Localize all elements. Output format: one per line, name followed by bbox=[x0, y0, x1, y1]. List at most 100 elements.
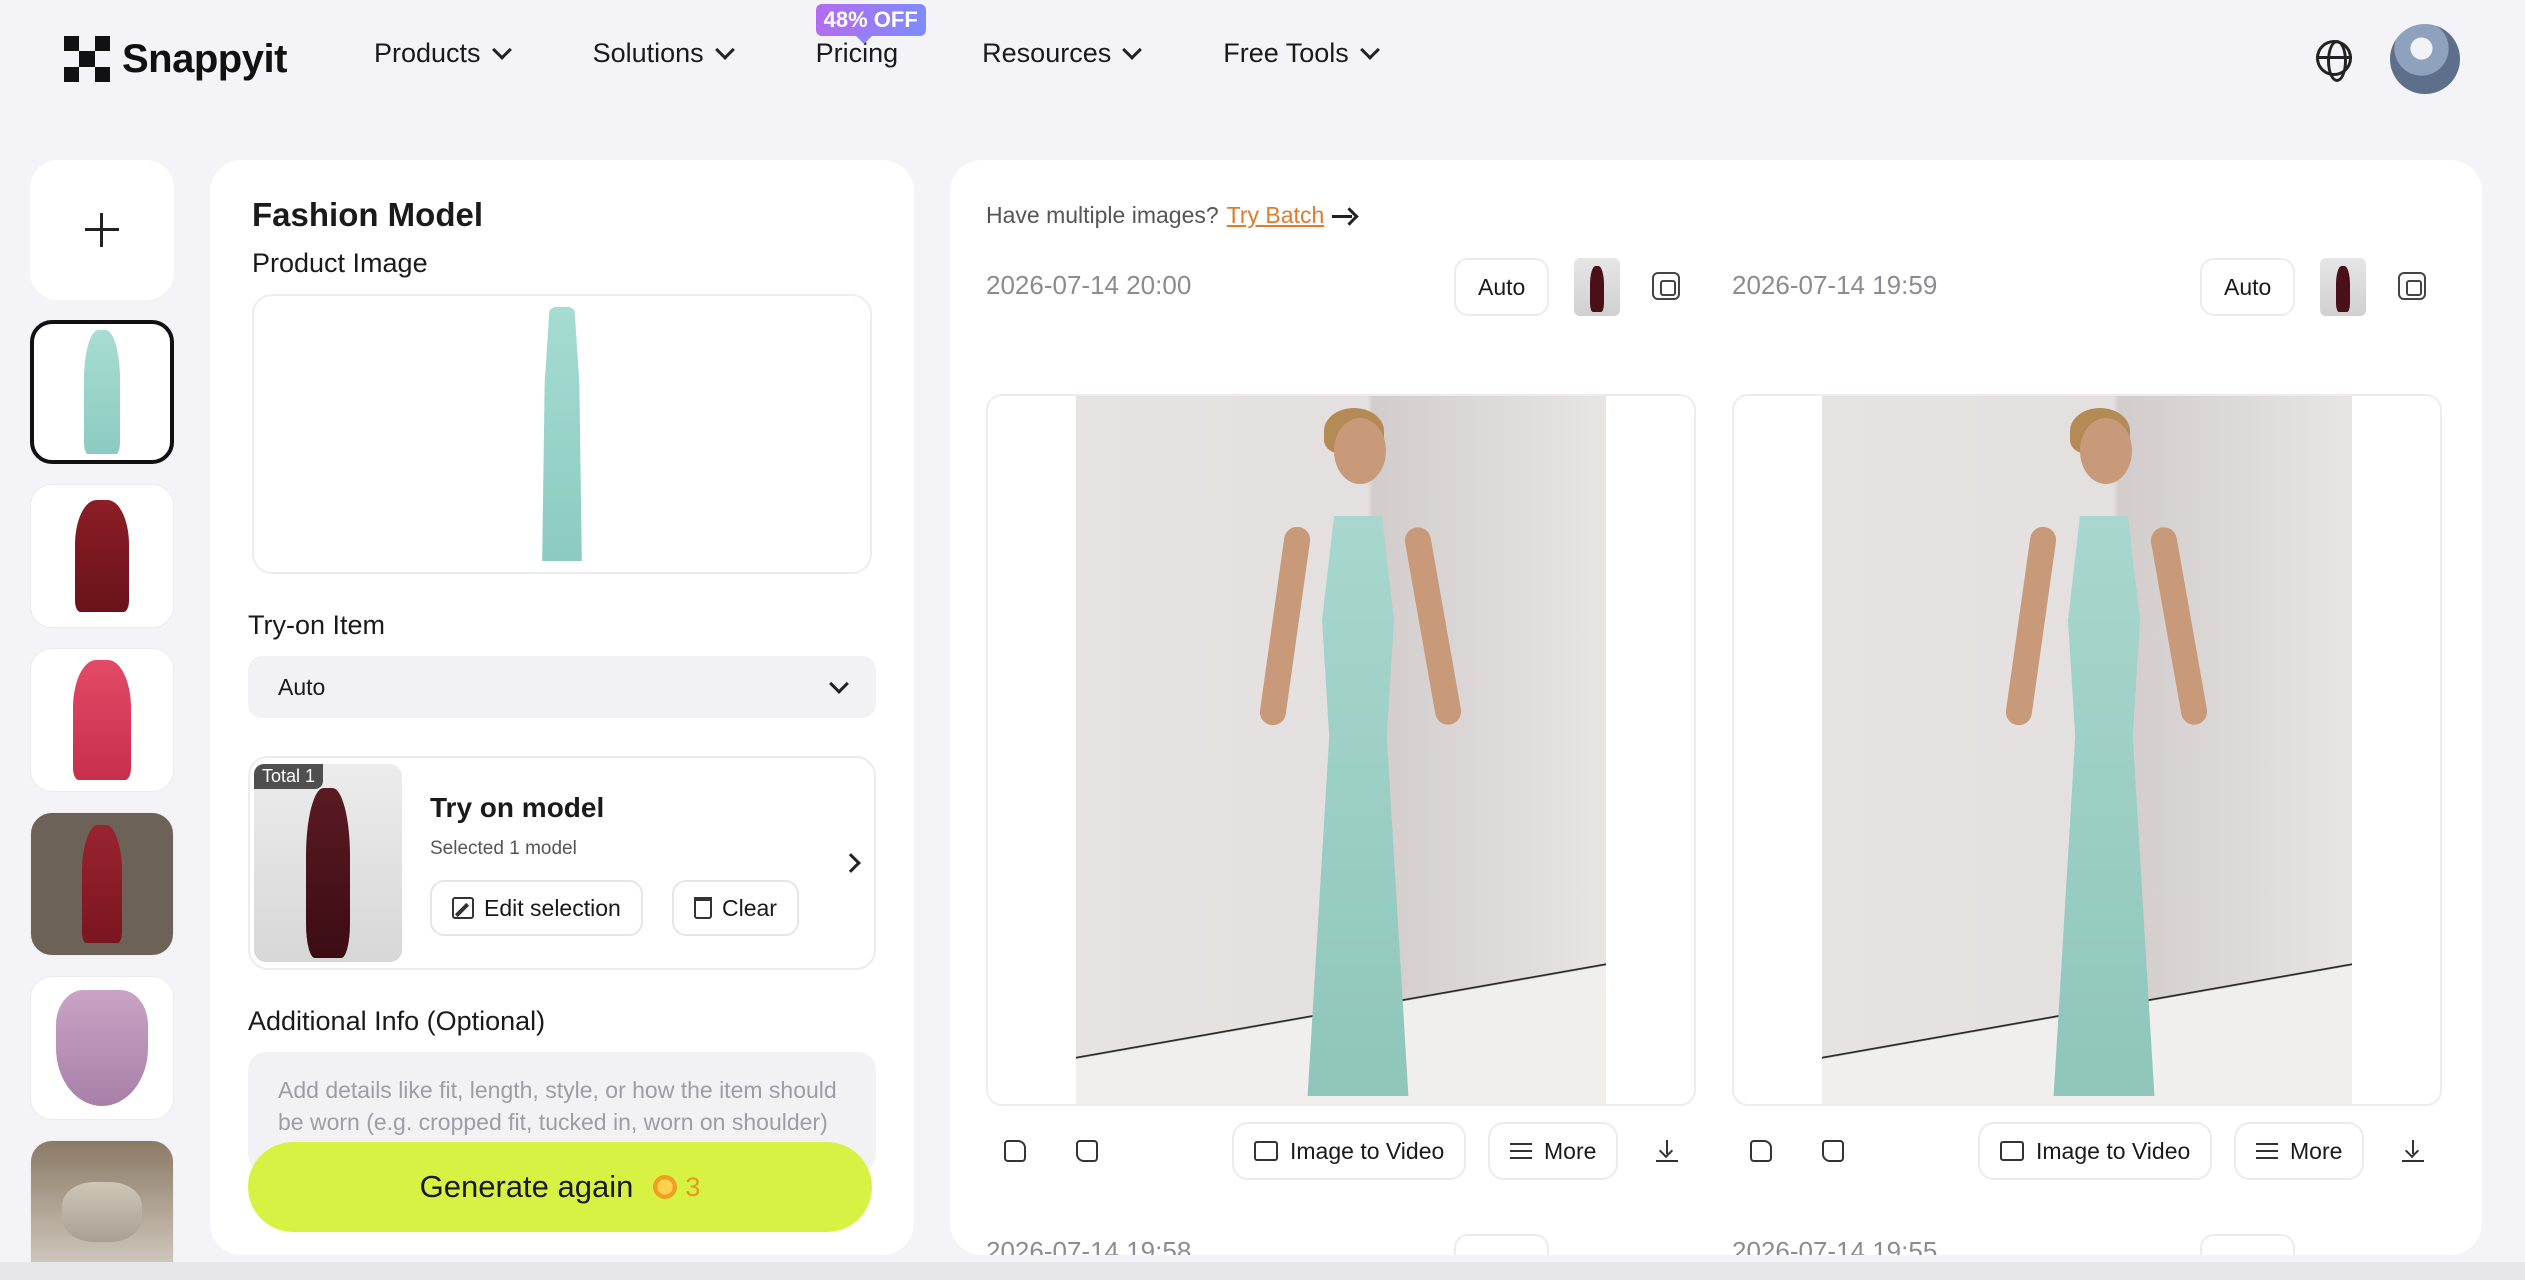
thumbs-up-icon bbox=[1750, 1140, 1772, 1162]
download-icon bbox=[1656, 1140, 1678, 1162]
nav-free-tools[interactable]: Free Tools bbox=[1223, 38, 1380, 69]
image-to-video-button[interactable]: Image to Video bbox=[1978, 1122, 2213, 1180]
results-panel: Have multiple images? Try Batch 2026-07-… bbox=[950, 160, 2482, 1255]
result-card: 2026-07-14 20:00 Auto Image to Video Mor… bbox=[950, 160, 1696, 1255]
download-icon bbox=[2402, 1140, 2424, 1162]
tryon-item-select[interactable]: Auto bbox=[248, 656, 876, 718]
dislike-button[interactable] bbox=[1058, 1122, 1116, 1180]
model-card-subtitle: Selected 1 model bbox=[430, 838, 577, 859]
mode-chip: Auto bbox=[2200, 1234, 2296, 1255]
thumbs-down-icon bbox=[1076, 1140, 1098, 1162]
generate-again-button[interactable]: Generate again 3 bbox=[248, 1142, 872, 1232]
chevron-down-icon bbox=[1122, 39, 1143, 60]
main-nav: Products Solutions 48% OFF Pricing Resou… bbox=[374, 4, 1461, 69]
credit-cost-value: 3 bbox=[685, 1171, 701, 1202]
edit-selection-button[interactable]: Edit selection bbox=[430, 880, 643, 936]
new-task-button[interactable] bbox=[30, 160, 174, 300]
chevron-down-icon bbox=[1359, 39, 1380, 60]
fashion-model-form: Fashion Model Product Image Try-on Item … bbox=[210, 160, 914, 1255]
total-badge: Total 1 bbox=[254, 764, 324, 789]
result-timestamp: 2026-07-14 19:55 bbox=[1732, 1236, 1938, 1255]
logo-icon bbox=[64, 36, 110, 82]
thumbs-down-icon bbox=[1822, 1140, 1844, 1162]
history-thumb[interactable] bbox=[30, 812, 174, 956]
coin-icon bbox=[653, 1175, 678, 1199]
credit-cost: 3 bbox=[653, 1172, 700, 1203]
menu-icon bbox=[1510, 1143, 1532, 1159]
history-thumb[interactable] bbox=[30, 484, 174, 628]
like-button[interactable] bbox=[986, 1122, 1044, 1180]
edit-selection-label: Edit selection bbox=[484, 894, 621, 921]
result-actions: Image to Video More bbox=[1732, 1122, 2442, 1180]
nav-pricing[interactable]: 48% OFF Pricing bbox=[815, 4, 926, 69]
nav-products-label: Products bbox=[374, 38, 481, 68]
result-timestamp: 2026-07-14 19:59 bbox=[1732, 270, 1938, 300]
image-to-video-label: Image to Video bbox=[2036, 1137, 2191, 1164]
video-icon bbox=[1254, 1141, 1278, 1161]
discount-badge: 48% OFF bbox=[815, 4, 926, 44]
mode-chip: Auto bbox=[1454, 258, 1550, 316]
swap-model-icon[interactable] bbox=[2398, 272, 2426, 300]
top-navbar: Snappyit Products Solutions 48% OFF Pric… bbox=[0, 0, 2525, 118]
nav-solutions-label: Solutions bbox=[592, 38, 704, 68]
history-thumb[interactable] bbox=[30, 976, 174, 1120]
history-thumb[interactable] bbox=[30, 1140, 174, 1280]
horizontal-scrollbar[interactable] bbox=[0, 1262, 2525, 1280]
menu-icon bbox=[2256, 1143, 2278, 1159]
thumbs-up-icon bbox=[1004, 1140, 1026, 1162]
result-card: 2026-07-14 19:59 Auto Image to Video Mor… bbox=[1696, 160, 2442, 1255]
image-to-video-button[interactable]: Image to Video bbox=[1232, 1122, 1467, 1180]
nav-resources-label: Resources bbox=[982, 38, 1112, 68]
like-button[interactable] bbox=[1732, 1122, 1790, 1180]
tryon-item-label: Try-on Item bbox=[248, 610, 386, 640]
history-thumb[interactable] bbox=[30, 648, 174, 792]
history-rail bbox=[30, 160, 174, 1280]
chevron-down-icon bbox=[491, 39, 512, 60]
model-mini-thumb[interactable] bbox=[1574, 258, 1620, 316]
result-image[interactable] bbox=[986, 394, 1696, 1106]
logo-text: Snappyit bbox=[122, 36, 287, 81]
image-to-video-label: Image to Video bbox=[1290, 1137, 1445, 1164]
additional-info-label: Additional Info (Optional) bbox=[248, 1006, 546, 1036]
model-mini-thumb[interactable] bbox=[2320, 258, 2366, 316]
video-icon bbox=[2000, 1141, 2024, 1161]
more-button[interactable]: More bbox=[2234, 1122, 2365, 1180]
result-timestamp: 2026-07-14 19:58 bbox=[986, 1236, 1192, 1255]
plus-icon bbox=[85, 213, 119, 247]
more-button[interactable]: More bbox=[1488, 1122, 1619, 1180]
mode-chip: Auto bbox=[1454, 1234, 1550, 1255]
nav-products[interactable]: Products bbox=[374, 38, 512, 69]
more-label: More bbox=[2290, 1137, 2343, 1164]
clear-label: Clear bbox=[722, 894, 777, 921]
nav-resources[interactable]: Resources bbox=[982, 38, 1143, 69]
generate-label: Generate again bbox=[419, 1169, 634, 1204]
product-image bbox=[542, 307, 582, 561]
chevron-right-icon[interactable] bbox=[841, 853, 861, 873]
trash-icon bbox=[694, 897, 712, 919]
nav-free-tools-label: Free Tools bbox=[1223, 38, 1349, 68]
product-image-label: Product Image bbox=[252, 248, 428, 278]
more-label: More bbox=[1544, 1137, 1597, 1164]
result-actions: Image to Video More bbox=[986, 1122, 1696, 1180]
tryon-item-value: Auto bbox=[278, 673, 326, 700]
avatar[interactable] bbox=[2390, 24, 2460, 94]
swap-model-icon[interactable] bbox=[1652, 272, 1680, 300]
chevron-down-icon bbox=[829, 674, 849, 694]
chevron-down-icon bbox=[714, 39, 735, 60]
edit-icon bbox=[452, 897, 474, 919]
logo[interactable]: Snappyit bbox=[64, 36, 287, 82]
nav-solutions[interactable]: Solutions bbox=[592, 38, 735, 69]
clear-button[interactable]: Clear bbox=[672, 880, 799, 936]
model-thumbnail bbox=[254, 764, 402, 962]
form-title: Fashion Model bbox=[252, 196, 483, 233]
model-card-title: Try on model bbox=[430, 792, 605, 823]
dislike-button[interactable] bbox=[1804, 1122, 1862, 1180]
result-timestamp: 2026-07-14 20:00 bbox=[986, 270, 1192, 300]
download-button[interactable] bbox=[1638, 1122, 1696, 1180]
product-image-dropzone[interactable] bbox=[252, 294, 872, 574]
download-button[interactable] bbox=[2384, 1122, 2442, 1180]
result-image[interactable] bbox=[1732, 394, 2442, 1106]
history-thumb[interactable] bbox=[30, 320, 174, 464]
globe-icon[interactable] bbox=[2316, 40, 2352, 82]
model-card[interactable]: Total 1 Try on model Selected 1 model Ed… bbox=[248, 756, 876, 970]
